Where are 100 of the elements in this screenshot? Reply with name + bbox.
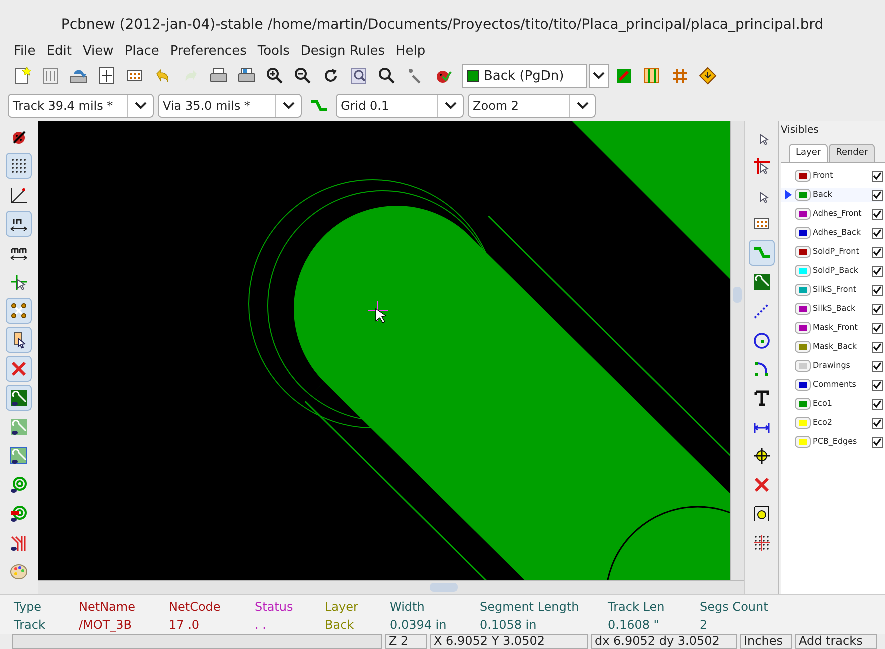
layer-color-button[interactable] xyxy=(795,322,811,334)
info-value: 0.0394 in xyxy=(390,616,448,634)
info-value: 0.1608 " xyxy=(608,616,660,634)
caret-icon xyxy=(444,102,456,110)
layer-name: Adhes_Back xyxy=(812,227,862,240)
layer-color-button[interactable] xyxy=(795,436,811,448)
layer-name: Eco2 xyxy=(812,417,834,430)
menu-item[interactable]: Help xyxy=(396,42,426,62)
layer-color-button[interactable] xyxy=(795,341,811,354)
layer-checkbox[interactable] xyxy=(872,418,883,429)
grid-tool-icon[interactable] xyxy=(6,152,32,179)
layer-checkbox[interactable] xyxy=(872,208,883,220)
track-tool-icon[interactable] xyxy=(748,240,774,266)
grid-select[interactable]: Grid 0.1 xyxy=(336,94,464,118)
ratsnest-tool-icon[interactable] xyxy=(6,298,32,324)
caret-icon xyxy=(282,102,294,110)
info-value: 2 xyxy=(700,616,709,634)
layer-color-button[interactable] xyxy=(795,189,811,202)
layer-name: Mask_Back xyxy=(812,341,858,354)
layer-checkbox[interactable] xyxy=(872,322,883,334)
menu-item[interactable]: Design Rules xyxy=(300,42,385,62)
info-label: NetName xyxy=(79,598,136,616)
layer-name: SilkS_Back xyxy=(812,303,857,316)
layer-checkbox[interactable] xyxy=(872,228,883,239)
panel-tab[interactable]: Render xyxy=(829,144,876,162)
layer-checkbox[interactable] xyxy=(872,170,883,182)
panel-tab[interactable]: Layer xyxy=(789,144,828,162)
status-field: X 6.9052 Y 3.0502 xyxy=(430,634,588,649)
layer-checkbox[interactable] xyxy=(872,266,883,277)
layer-checkbox[interactable] xyxy=(872,304,883,315)
inches-tool-icon[interactable] xyxy=(6,210,32,237)
layer-name: SilkS_Front xyxy=(812,284,858,296)
menu-item[interactable]: Edit xyxy=(46,42,72,62)
info-label: Width xyxy=(390,598,426,616)
window-title: Pcbnew (2012-jan-04)-stable /home/martin/Documents/Proyectos/tito/tito/Placa_principal/placa_principal.brd xyxy=(61,16,824,35)
layer-name: Mask_Front xyxy=(812,322,859,334)
layer-name: Front xyxy=(812,170,834,182)
layer-color-button[interactable] xyxy=(795,208,811,220)
layer-name: Drawings xyxy=(812,360,852,372)
menu-item[interactable]: File xyxy=(14,42,36,62)
active-layer-arrow-icon xyxy=(784,190,792,200)
caret-icon xyxy=(576,102,588,110)
panel-title: Visibles xyxy=(781,124,820,138)
layer-color-button[interactable] xyxy=(795,398,811,410)
zoom-select[interactable]: Zoom 2 xyxy=(468,94,596,118)
layer-checkbox[interactable] xyxy=(872,436,883,448)
info-value: 0.1058 in xyxy=(480,616,538,634)
layer-color-button[interactable] xyxy=(795,246,811,258)
layer-checkbox[interactable] xyxy=(872,398,883,410)
info-value: 17 .0 xyxy=(169,616,201,634)
layer-name: SoldP_Front xyxy=(812,246,860,258)
caret-icon xyxy=(593,72,605,80)
layer-color-button[interactable] xyxy=(795,379,811,392)
layer-color-button[interactable] xyxy=(795,265,811,278)
zone-fill-tool-icon[interactable] xyxy=(6,384,32,411)
layer-name: PCB_Edges xyxy=(812,436,858,448)
layer-checkbox[interactable] xyxy=(872,380,883,391)
info-label: Segment Length xyxy=(480,598,580,616)
layer-name: Adhes_Front xyxy=(812,208,863,220)
layer-name: SoldP_Back xyxy=(812,265,860,278)
dropdown-button[interactable] xyxy=(589,64,609,88)
info-label: Track Len xyxy=(608,598,666,616)
track-width-select[interactable]: Track 39.4 mils * xyxy=(8,94,154,118)
layer-color-button[interactable] xyxy=(795,303,811,316)
layer-name: Comments xyxy=(812,379,858,392)
status-field: dx 6.9052 dy 3.0502 xyxy=(591,634,737,649)
status-field: Inches xyxy=(740,634,792,649)
layer-color-button[interactable] xyxy=(795,417,811,430)
layer-color-button[interactable] xyxy=(795,360,811,372)
status-field: Z 2 xyxy=(385,634,427,649)
layer-select[interactable]: Back (PgDn) xyxy=(462,64,587,88)
menu-item[interactable]: Preferences xyxy=(170,42,247,62)
menu-item[interactable]: Tools xyxy=(258,42,290,62)
delete-tool-icon[interactable] xyxy=(6,356,32,382)
menu-item[interactable]: View xyxy=(82,42,114,62)
info-value: /MOT_3B xyxy=(79,616,134,634)
info-value: Back xyxy=(325,616,356,634)
layer-color-button[interactable] xyxy=(795,227,811,240)
layer-checkbox[interactable] xyxy=(872,246,883,258)
layer-color-button[interactable] xyxy=(795,284,811,296)
layer-name: Eco1 xyxy=(812,398,834,410)
layer-color-button[interactable] xyxy=(795,170,811,182)
status-field: Add tracks xyxy=(795,634,877,649)
info-value: Track xyxy=(14,616,46,634)
info-label: Layer xyxy=(325,598,360,616)
layer-checkbox[interactable] xyxy=(872,342,883,353)
via-size-select[interactable]: Via 35.0 mils * xyxy=(158,94,302,118)
layer-checkbox[interactable] xyxy=(872,190,883,201)
vertical-scrollbar[interactable] xyxy=(730,120,744,580)
layer-checkbox[interactable] xyxy=(872,360,883,372)
info-label: Segs Count xyxy=(700,598,770,616)
caret-icon xyxy=(134,102,146,110)
layer-name: Back xyxy=(812,189,834,202)
layer-checkbox[interactable] xyxy=(872,284,883,296)
info-label: Type xyxy=(14,598,43,616)
horizontal-scrollbar[interactable] xyxy=(38,580,744,594)
info-value: . . xyxy=(255,616,268,634)
info-label: NetCode xyxy=(169,598,222,616)
info-label: Status xyxy=(255,598,294,616)
menu-item[interactable]: Place xyxy=(124,42,160,62)
